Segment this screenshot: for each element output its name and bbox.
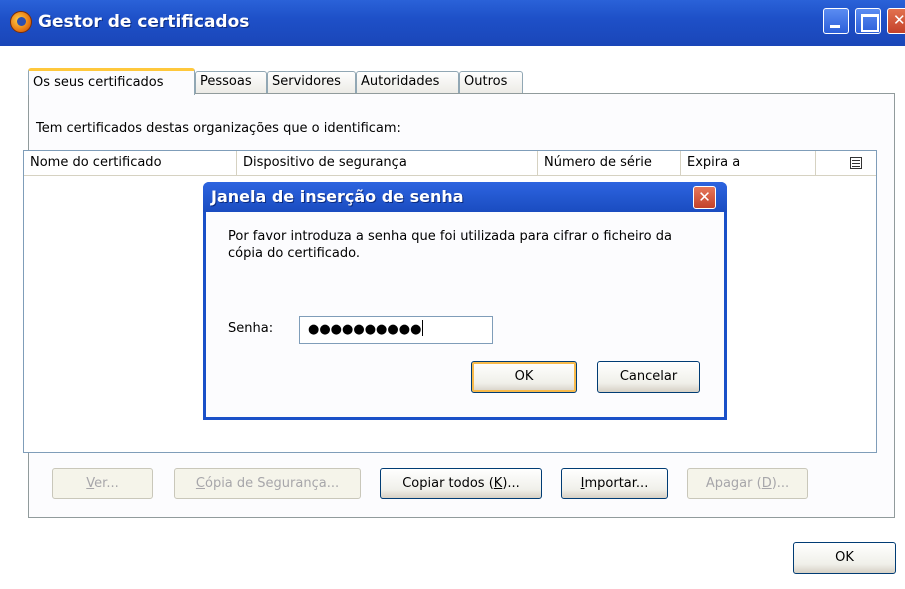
dialog-title: Janela de inserção de senha (211, 187, 464, 206)
ok-button[interactable]: OK (793, 542, 896, 574)
dialog-title-bar[interactable]: Janela de inserção de senha ✕ (203, 182, 727, 212)
backup-button-key: C (195, 476, 205, 491)
minimize-icon[interactable] (823, 8, 849, 34)
dialog-message: Por favor introduza a senha que foi util… (228, 229, 672, 261)
password-label: Senha: (228, 321, 274, 336)
backup-button[interactable]: Cópia de Segurança... (174, 468, 361, 499)
column-header-dispositivo[interactable]: Dispositivo de segurança (237, 151, 538, 176)
tab-outros[interactable]: Outros (459, 71, 523, 93)
password-dialog: Janela de inserção de senha ✕ Por favor … (203, 182, 727, 420)
delete-label: Apagar ( (705, 476, 762, 491)
view-button[interactable]: Ver... (52, 468, 153, 499)
backup-all-label-end: )... (502, 476, 520, 491)
list-header: Nome do certificado Dispositivo de segur… (24, 151, 876, 176)
maximize-icon[interactable] (855, 8, 881, 34)
dialog-ok-button[interactable]: OK (471, 361, 577, 393)
column-header-nome[interactable]: Nome do certificado (24, 151, 237, 176)
tab-autoridades[interactable]: Autoridades (356, 71, 459, 93)
password-input[interactable]: ●●●●●●●●●● (299, 316, 493, 344)
dialog-body: Por favor introduza a senha que foi util… (206, 212, 724, 417)
delete-button[interactable]: Apagar (D)... (687, 468, 808, 499)
view-button-label: er... (94, 476, 119, 491)
column-picker-icon[interactable] (850, 157, 862, 169)
dialog-cancel-button[interactable]: Cancelar (597, 361, 700, 393)
intro-text: Tem certificados destas organizações que… (36, 121, 401, 136)
tab-pessoas[interactable]: Pessoas (195, 71, 267, 93)
password-value: ●●●●●●●●●● (308, 322, 422, 337)
close-icon[interactable] (887, 8, 905, 34)
title-bar[interactable]: Gestor de certificados (0, 0, 905, 46)
delete-key: D (761, 476, 772, 491)
backup-all-label: Copiar todos ( (402, 476, 494, 491)
import-label: mportar... (584, 476, 649, 491)
column-header-expira[interactable]: Expira a (681, 151, 816, 176)
dialog-close-icon[interactable]: ✕ (693, 186, 716, 209)
firefox-logo-icon (10, 11, 32, 33)
tab-os-seus-certificados[interactable]: Os seus certificados (28, 68, 195, 95)
column-header-numero-serie[interactable]: Número de série (538, 151, 681, 176)
backup-all-button[interactable]: Copiar todos (K)... (380, 468, 542, 499)
backup-button-label: ópia de Segurança... (204, 476, 340, 491)
tab-servidores[interactable]: Servidores (267, 71, 356, 93)
window-title: Gestor de certificados (38, 12, 250, 32)
view-button-key: V (86, 476, 95, 491)
delete-label-end: )... (771, 476, 790, 491)
import-button[interactable]: Importar... (561, 468, 668, 499)
text-caret (422, 320, 424, 336)
